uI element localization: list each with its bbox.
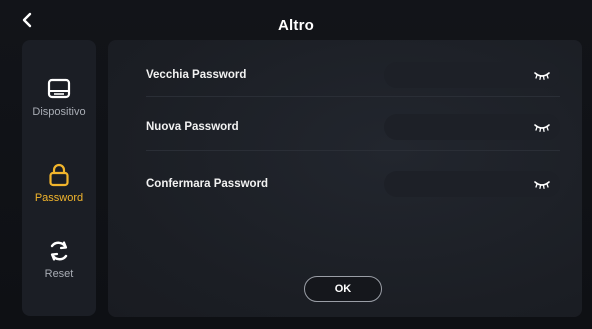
- old-password-field[interactable]: [384, 62, 560, 88]
- sidebar-item-dispositivo[interactable]: Dispositivo: [22, 76, 96, 140]
- new-password-field[interactable]: [384, 114, 560, 140]
- sidebar-item-password[interactable]: Password: [22, 162, 96, 226]
- sidebar-item-reset[interactable]: Reset: [22, 238, 96, 302]
- password-panel: Vecchia Password Nuova Password Conferma…: [108, 40, 582, 317]
- new-password-label: Nuova Password: [146, 121, 239, 133]
- refresh-icon: [50, 241, 68, 261]
- divider: [146, 96, 560, 97]
- sidebar-item-label: Dispositivo: [32, 106, 86, 118]
- sidebar-item-label: Reset: [44, 268, 74, 280]
- monitor-icon: [47, 78, 71, 99]
- top-bar: Altro: [0, 0, 592, 40]
- confirm-password-field[interactable]: [384, 171, 560, 197]
- old-password-label: Vecchia Password: [146, 69, 247, 81]
- settings-screen: Altro Dispositivo Password Reset Vecchia…: [0, 0, 592, 329]
- confirm-password-label: Confermara Password: [146, 178, 269, 190]
- divider: [146, 150, 560, 151]
- page-title: Altro: [278, 17, 314, 34]
- sidebar-item-label: Password: [34, 192, 84, 204]
- eye-closed-icon[interactable]: [534, 122, 550, 132]
- eye-closed-icon[interactable]: [534, 179, 550, 189]
- lock-icon: [49, 163, 69, 187]
- eye-closed-icon[interactable]: [534, 70, 550, 80]
- sidebar: Dispositivo Password Reset: [22, 40, 96, 316]
- ok-button[interactable]: OK: [304, 276, 382, 302]
